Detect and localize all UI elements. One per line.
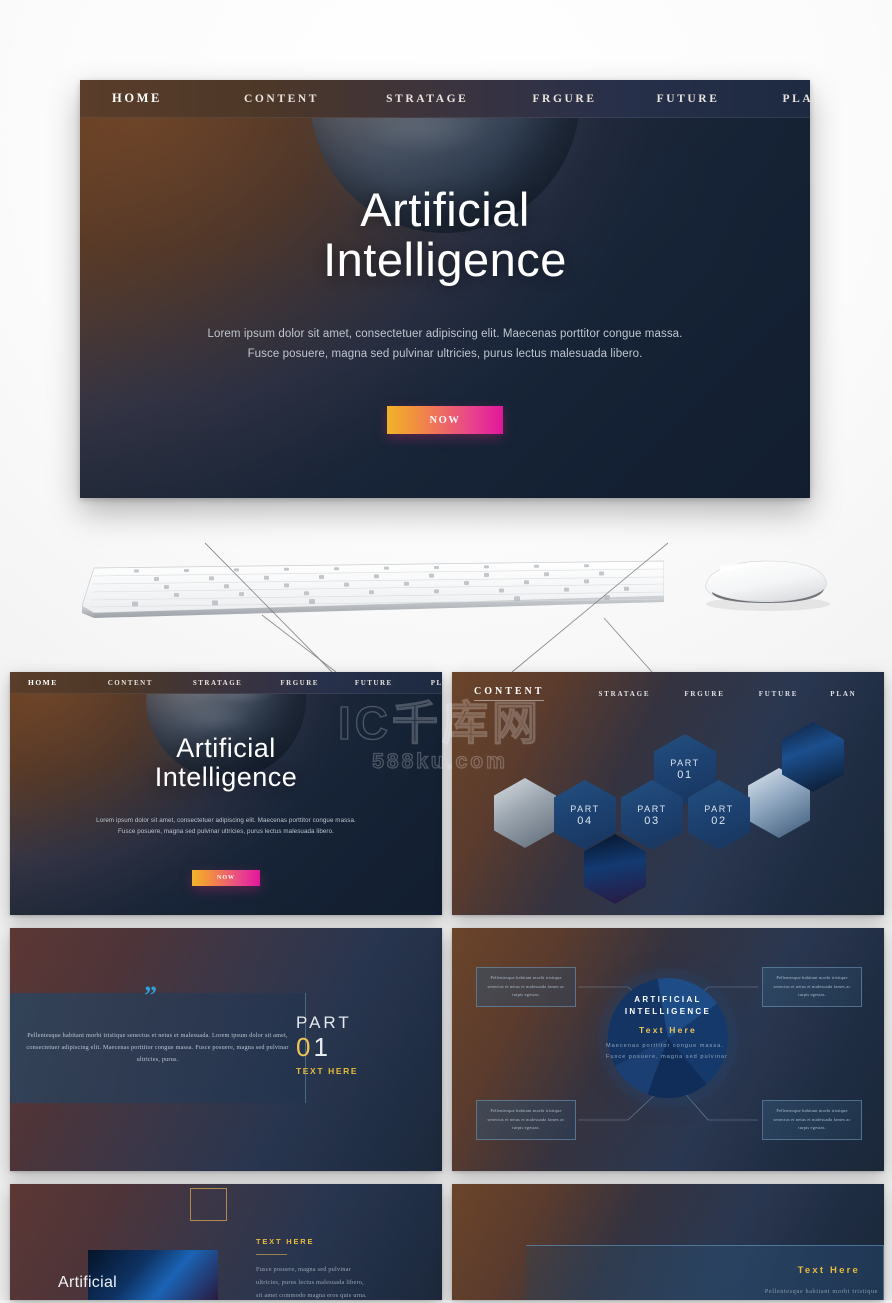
nav-item-plan[interactable]: PLAN	[431, 679, 442, 687]
nav-item-future[interactable]: FUTURE	[355, 679, 393, 687]
image-caption: Artificial	[58, 1274, 118, 1291]
nav-item-content[interactable]: CONTENT	[108, 679, 153, 687]
t5-heading: TEXT HERE	[256, 1237, 315, 1246]
hex-part-word: PART	[570, 803, 600, 814]
hero-subtitle: Lorem ipsum dolor sit amet, consectetuer…	[80, 325, 810, 365]
part-word: PART	[296, 1013, 352, 1032]
part-block: PART 01 TEXT HERE	[296, 1013, 358, 1076]
donut-box-text: Pellentesque habitant morbi tristique se…	[487, 975, 565, 998]
nav-item-stratage[interactable]: STRATAGE	[386, 93, 468, 105]
hero-slide: HOME CONTENT STRATAGE FRGURE FUTURE PLAN…	[80, 80, 810, 498]
nav-item-content-active[interactable]: CONTENT	[474, 686, 545, 701]
donut-box-text: Pellentesque habitant morbi tristique se…	[773, 975, 851, 998]
nav-item-frgure[interactable]: FRGURE	[532, 93, 596, 105]
nav-item-plan[interactable]: PLAN	[782, 93, 810, 105]
hero-subtitle-line2: Fusce posuere, magna sed pulvinar ultric…	[247, 347, 643, 360]
hex-part-num: 01	[677, 768, 693, 781]
t1-title: Artificial Intelligence	[10, 734, 442, 791]
t1-title-line1: Artificial	[176, 733, 276, 763]
part-number-1: 1	[313, 1032, 331, 1062]
t1-title-line2: Intelligence	[154, 761, 298, 792]
donut-box-bottom-right[interactable]: Pellentesque habitant morbi tristique se…	[762, 1100, 862, 1140]
quote-icon: ”	[144, 981, 157, 1010]
hero-title: Artificial Intelligence	[80, 185, 810, 285]
t5-divider	[256, 1254, 287, 1255]
nav-item-home[interactable]: HOME	[28, 678, 58, 687]
donut-body-text: Maecenas porttitor congue massa. Fusce p…	[606, 1043, 728, 1060]
part-text-here: TEXT HERE	[296, 1065, 359, 1076]
t6-heading: Text Here	[797, 1265, 860, 1276]
nav-item-plan[interactable]: PLAN	[830, 690, 856, 698]
donut-box-top-right[interactable]: Pellentesque habitant morbi tristique se…	[762, 967, 862, 1007]
nav-item-future[interactable]: FUTURE	[759, 690, 799, 698]
nav-item-future[interactable]: FUTURE	[657, 93, 720, 105]
hex-part-word: PART	[637, 803, 667, 814]
hex-part-num: 02	[711, 814, 727, 827]
t1-subtitle-line1: Lorem ipsum dolor sit amet, consectetuer…	[96, 817, 356, 824]
hex-part-word: PART	[704, 803, 734, 814]
hero-nav-items: HOME CONTENT STRATAGE FRGURE FUTURE PLAN	[98, 91, 810, 106]
decorative-square	[190, 1188, 227, 1221]
donut-box-text: Pellentesque habitant morbi tristique se…	[773, 1108, 851, 1131]
thumbnail-slide-content[interactable]: CONTENT STRATAGE FRGURE FUTURE PLAN PART…	[452, 672, 884, 915]
nav-item-home[interactable]: HOME	[112, 91, 162, 106]
mouse-image	[705, 560, 830, 611]
nav-item-frgure[interactable]: FRGURE	[280, 679, 319, 687]
now-button[interactable]: NOW	[387, 406, 503, 434]
nav-item-content[interactable]: CONTENT	[244, 93, 319, 105]
t5-body-line1: Fusce posuere, magna sed pulvinar	[256, 1266, 351, 1273]
donut-box-bottom-left[interactable]: Pellentesque habitant morbi tristique se…	[476, 1100, 576, 1140]
part-number: 01	[296, 1032, 358, 1063]
hex-part-num: 03	[644, 814, 660, 827]
t1-slide: HOME CONTENT STRATAGE FRGURE FUTURE PLAN…	[10, 672, 442, 915]
hero-title-line1: Artificial	[360, 183, 530, 236]
nav-item-stratage[interactable]: STRATAGE	[598, 690, 650, 698]
nav-item-stratage[interactable]: STRATAGE	[193, 679, 242, 687]
t5-body-line3: sit amet commodo magna eros quis urna.	[256, 1291, 367, 1299]
t1-subtitle: Lorem ipsum dolor sit amet, consectetuer…	[10, 815, 442, 837]
t5-text-block: TEXT HERE Fusce posuere, magna sed pulvi…	[256, 1237, 367, 1303]
quote-body: Pellentesque habitant morbi tristique se…	[26, 1031, 289, 1064]
donut-accent-text: Text Here	[639, 1025, 697, 1035]
donut-box-top-left[interactable]: Pellentesque habitant morbi tristique se…	[476, 967, 576, 1007]
t6-body: Pellentesque habitant morbi tristique	[764, 1288, 878, 1295]
t5-body-line2: ultricies, purus lectus malesuada libero…	[256, 1278, 364, 1286]
hex-part-num: 04	[577, 814, 593, 827]
thumbnail-slide-hero[interactable]: HOME CONTENT STRATAGE FRGURE FUTURE PLAN…	[10, 672, 442, 915]
hero-title-line2: Intelligence	[323, 232, 567, 286]
hero-subtitle-line1: Lorem ipsum dolor sit amet, consectetuer…	[207, 328, 683, 340]
quote-panel: Pellentesque habitant morbi tristique se…	[10, 993, 306, 1103]
t1-nav-items: HOME CONTENT STRATAGE FRGURE FUTURE PLAN	[20, 678, 442, 687]
donut-box-text: Pellentesque habitant morbi tristique se…	[487, 1108, 565, 1131]
t1-now-button[interactable]: NOW	[192, 870, 260, 886]
t1-subtitle-line2: Fusce posuere, magna sed pulvinar ultric…	[118, 828, 334, 836]
donut-center-label: ARTIFICIAL INTELLIGENCE Text Here Maecen…	[596, 994, 740, 1062]
t1-navbar[interactable]: HOME CONTENT STRATAGE FRGURE FUTURE PLAN	[10, 672, 442, 694]
hero-navbar[interactable]: HOME CONTENT STRATAGE FRGURE FUTURE PLAN	[80, 80, 810, 118]
part-number-0: 0	[296, 1032, 314, 1062]
hex-part-word: PART	[670, 757, 700, 768]
donut-title-line2: INTELLIGENCE	[624, 1007, 712, 1016]
donut-title-line1: ARTIFICIAL	[634, 995, 702, 1004]
t2-navbar[interactable]: CONTENT STRATAGE FRGURE FUTURE PLAN	[452, 686, 884, 701]
hero-mockup: HOME CONTENT STRATAGE FRGURE FUTURE PLAN…	[80, 80, 810, 498]
keyboard-image	[81, 560, 664, 618]
nav-item-frgure[interactable]: FRGURE	[684, 690, 724, 698]
